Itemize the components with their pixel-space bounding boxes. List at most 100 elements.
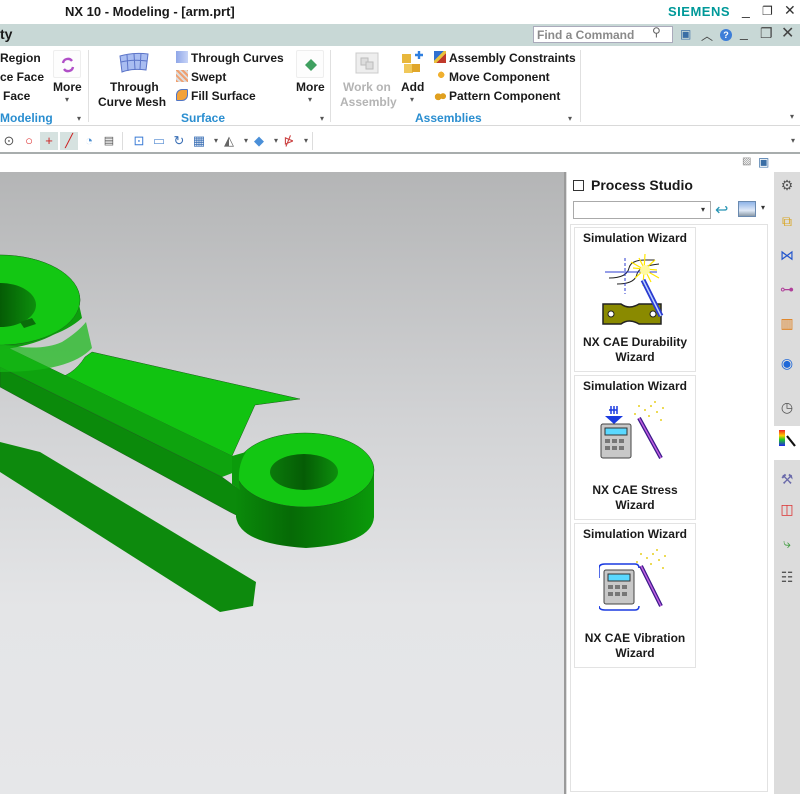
fit-view-icon[interactable]: ⊡ xyxy=(130,132,148,150)
process-studio-icon[interactable] xyxy=(774,426,800,460)
panel-title: Process Studio xyxy=(591,177,693,193)
card-name: NX CAE Durability Wizard xyxy=(582,335,687,364)
face-button-2[interactable]: Face xyxy=(3,89,30,103)
manufacturing-wizards-icon[interactable]: ⚒ xyxy=(776,468,798,490)
ribbon-options-icon[interactable]: ▾ xyxy=(790,112,794,121)
add-button[interactable]: Add xyxy=(401,80,424,94)
group-expand-icon[interactable]: ▾ xyxy=(77,114,81,123)
snap-on-surface-icon[interactable]: ◔ xyxy=(80,132,98,150)
ribbon-tab-strip: ty Find a Command ⚲ ▣ ︿ ? _ ❐ ✕ xyxy=(0,24,800,46)
surface-more-button[interactable]: More xyxy=(296,80,325,94)
group-expand-icon[interactable]: ▾ xyxy=(568,114,572,123)
search-icon[interactable]: ⚲ xyxy=(652,25,661,39)
work-on-assembly-label-2[interactable]: Assembly xyxy=(340,95,397,109)
toolbar-separator xyxy=(122,132,123,150)
durability-wizard-icon xyxy=(602,253,664,325)
hd3d-tools-icon[interactable]: ◉ xyxy=(776,352,798,374)
process-studio-panel: Process Studio ▾ ↩ ▾ Simulation Wizard N… xyxy=(566,172,772,794)
system-scenes-icon[interactable]: ⤷ xyxy=(776,532,798,554)
doc-restore-button[interactable]: ❐ xyxy=(760,25,773,42)
through-curves-button[interactable]: Through Curves xyxy=(176,51,284,65)
wizard-filter-select[interactable]: ▾ xyxy=(573,201,711,219)
through-curve-mesh-label-1[interactable]: Through xyxy=(110,80,159,94)
chevron-down-icon: ▾ xyxy=(65,95,70,104)
wizard-card-stress[interactable]: Simulation Wizard NX CAE Stress Wizard xyxy=(574,375,696,520)
chevron-down-icon: ▾ xyxy=(700,205,705,214)
group-label-surface: Surface xyxy=(181,111,226,125)
help-icon[interactable]: ? xyxy=(720,29,732,41)
surface-more-icon-box[interactable] xyxy=(296,50,324,78)
chevron-down-icon: ▾ xyxy=(308,95,313,104)
chevron-down-icon: ▾ xyxy=(410,95,415,104)
constraint-navigator-icon[interactable]: ⋈ xyxy=(776,244,798,266)
assembly-navigator-icon[interactable]: ⧉ xyxy=(776,210,798,232)
pattern-component-icon xyxy=(434,89,446,101)
swept-button[interactable]: Swept xyxy=(176,70,226,84)
snap-quadrant-icon[interactable]: ○ xyxy=(20,132,38,150)
group-label-modeling: Modeling xyxy=(0,111,53,125)
panel-maximize-icon[interactable]: ▣ xyxy=(758,155,769,169)
work-on-assembly-label-1[interactable]: Work on xyxy=(343,80,391,94)
view-style-icon[interactable] xyxy=(738,201,756,217)
face-button-1[interactable]: ce Face xyxy=(0,70,44,84)
selection-toolbar: ⊙ ○ + ╱ ◔ ▤ ⊡ ▭ ↻ ▦ ▾ ◭ ▾ ◆ ▾ ⋫ ▾ ▾ xyxy=(0,128,800,154)
window-title: NX 10 - Modeling - [arm.prt] xyxy=(65,4,235,19)
shaded-view-icon[interactable]: ◆ xyxy=(250,132,268,150)
part-navigator-icon[interactable]: ⊶ xyxy=(776,278,798,300)
fill-surface-icon xyxy=(176,89,188,101)
settings-icon[interactable]: ⚙ xyxy=(776,174,798,196)
doc-minimize-button[interactable]: _ xyxy=(740,24,748,40)
ribbon-separator xyxy=(580,50,581,122)
sync-icon xyxy=(61,57,75,73)
back-arrow-icon[interactable]: ↩ xyxy=(715,200,728,220)
ribbon-separator xyxy=(88,50,89,122)
move-component-button[interactable]: Move Component xyxy=(434,70,550,84)
snap-center-icon[interactable]: ⊙ xyxy=(0,132,18,150)
pattern-component-button[interactable]: Pattern Component xyxy=(434,89,560,103)
vibration-wizard-icon xyxy=(599,549,666,611)
collapse-ribbon-icon[interactable]: ︿ xyxy=(701,27,713,44)
toolbar-separator xyxy=(312,132,313,150)
card-name: NX CAE Stress Wizard xyxy=(592,483,678,512)
rotate-icon[interactable]: ↻ xyxy=(170,132,188,150)
add-component-icon xyxy=(402,51,423,73)
wizard-card-vibration[interactable]: Simulation Wizard NX CAE Vibration Wizard xyxy=(574,523,696,668)
doc-close-button[interactable]: ✕ xyxy=(781,23,794,43)
web-browser-icon[interactable]: ☷ xyxy=(776,566,798,588)
history-icon[interactable]: ◷ xyxy=(776,396,798,418)
reuse-library-icon[interactable]: ▥ xyxy=(776,312,798,334)
snap-on-curve-icon[interactable]: ╱ xyxy=(60,132,78,150)
region-button[interactable]: Region xyxy=(0,51,41,65)
minimize-button[interactable]: _ xyxy=(742,2,750,18)
assembly-constraints-button[interactable]: Assembly Constraints xyxy=(434,51,576,65)
grid-snap-icon[interactable]: ▤ xyxy=(100,132,118,150)
swept-icon xyxy=(176,70,188,82)
panel-pin-checkbox[interactable] xyxy=(573,180,584,191)
restore-button[interactable]: ❐ xyxy=(762,4,773,18)
full-screen-icon[interactable]: ▣ xyxy=(680,27,691,41)
fill-surface-button[interactable]: Fill Surface xyxy=(176,89,256,103)
wizard-card-durability[interactable]: Simulation Wizard NX CAE Durability Wizar… xyxy=(574,227,696,372)
through-curves-icon xyxy=(176,51,188,63)
orient-view-icon[interactable]: ▦ xyxy=(190,132,208,150)
toolbar-options-icon[interactable]: ▾ xyxy=(784,132,800,150)
snap-intersection-icon[interactable]: + xyxy=(40,132,58,150)
zoom-window-icon[interactable]: ▭ xyxy=(150,132,168,150)
viewport-header: ▨ ▣ xyxy=(0,155,800,172)
close-button[interactable]: ✕ xyxy=(784,2,796,19)
chevron-down-icon[interactable]: ▾ xyxy=(761,203,765,212)
modeling-more-icon-box[interactable] xyxy=(53,50,81,78)
roles-icon[interactable]: ◫ xyxy=(776,498,798,520)
through-curve-mesh-label-2[interactable]: Curve Mesh xyxy=(98,95,166,109)
group-label-assemblies: Assemblies xyxy=(415,111,482,125)
tab-utility[interactable]: ty xyxy=(0,26,12,42)
arm-part-model[interactable] xyxy=(0,172,566,794)
graphics-viewport[interactable] xyxy=(0,172,566,794)
ribbon: Region ce Face Face More ▾ Modeling ▾ Th… xyxy=(0,46,800,126)
render-style-icon[interactable]: ◭ xyxy=(220,132,238,150)
view-section-icon[interactable]: ⋫ xyxy=(280,132,298,150)
modeling-more-button[interactable]: More xyxy=(53,80,82,94)
panel-pin-icon[interactable]: ▨ xyxy=(742,156,751,167)
group-expand-icon[interactable]: ▾ xyxy=(320,114,324,123)
stress-wizard-icon xyxy=(600,401,664,459)
